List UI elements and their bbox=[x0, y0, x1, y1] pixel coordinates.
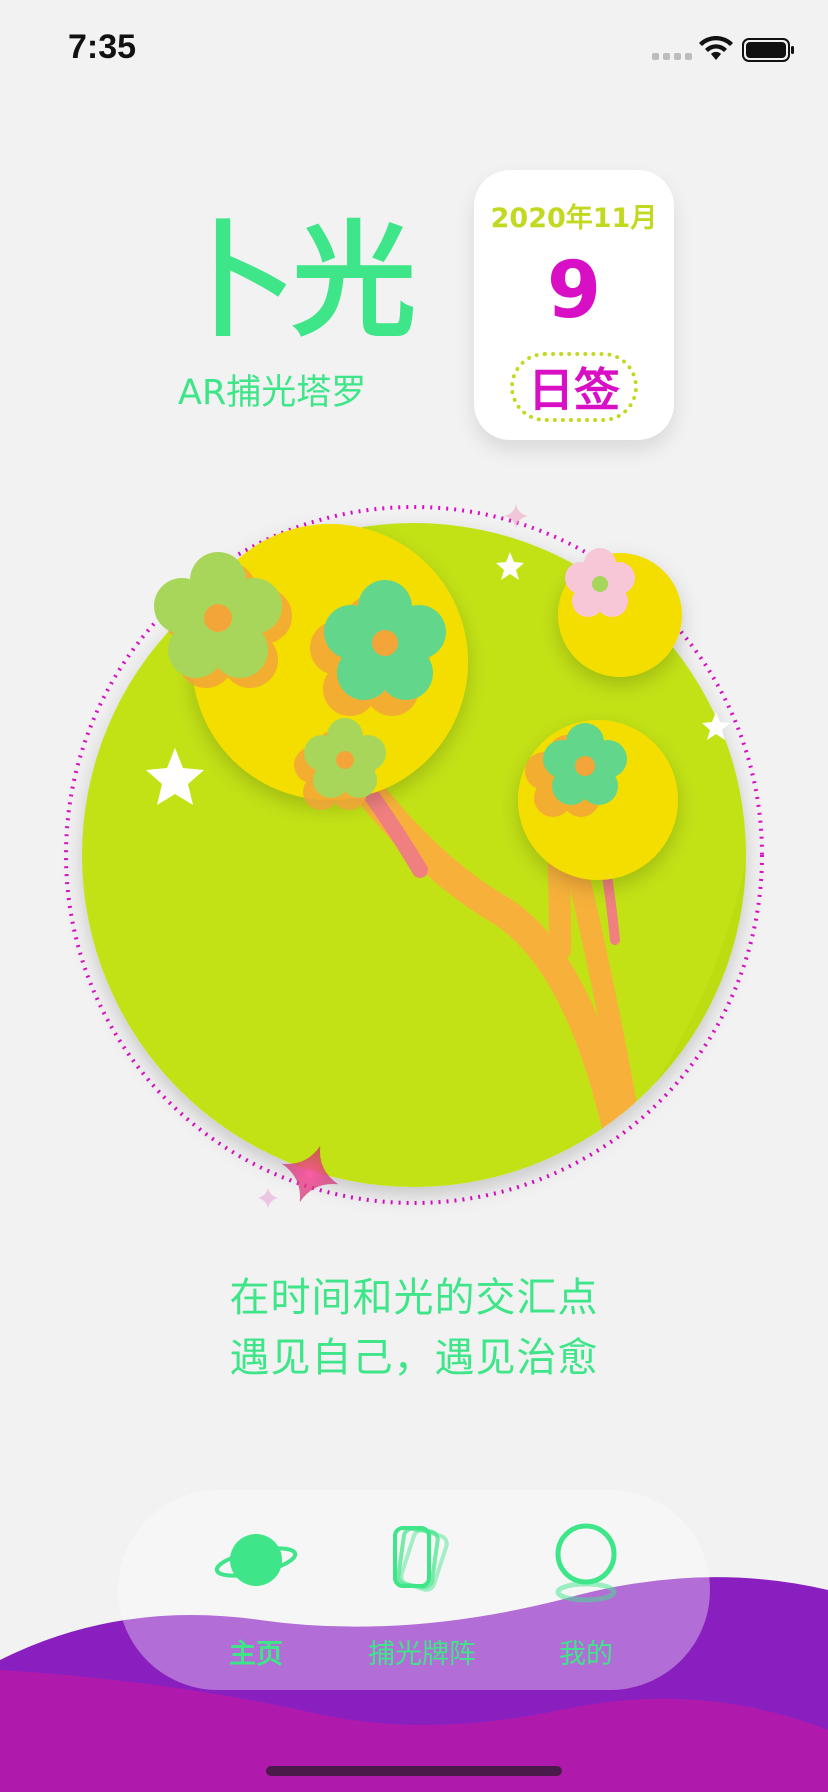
slogan-line: 遇见自己，遇见治愈 bbox=[229, 1335, 599, 1381]
wifi-icon bbox=[699, 36, 733, 60]
app-logo-title: 卜光 bbox=[172, 210, 416, 354]
sparkle-icon bbox=[504, 504, 528, 528]
calendar-month: 2020年11月 bbox=[490, 203, 658, 234]
cellular-signal-icon bbox=[652, 53, 692, 60]
home-indicator[interactable] bbox=[266, 1766, 562, 1776]
status-bar: 7:35 bbox=[0, 0, 828, 100]
cards-icon bbox=[393, 1526, 449, 1592]
tab-profile-label: 我的 bbox=[559, 1639, 613, 1670]
tab-home-label: 主页 bbox=[229, 1639, 283, 1670]
tab-profile[interactable]: 我的 bbox=[506, 1520, 666, 1680]
slogan-line: 在时间和光的交汇点 bbox=[229, 1275, 599, 1321]
status-time: 7:35 bbox=[68, 28, 137, 66]
tab-bar: 主页 捕光牌阵 我的 bbox=[118, 1490, 710, 1690]
tab-card-spread-label: 捕光牌阵 bbox=[368, 1639, 476, 1670]
sparkle-icon bbox=[258, 1188, 278, 1208]
profile-ring-icon bbox=[555, 1523, 617, 1603]
tarot-illustration[interactable] bbox=[0, 480, 828, 1240]
daily-sign-button[interactable]: 日签 bbox=[510, 352, 638, 422]
daily-sign-card[interactable]: 2020年11月 9 日签 bbox=[474, 170, 674, 440]
calendar-day: 9 bbox=[546, 246, 602, 336]
tab-home[interactable]: 主页 bbox=[176, 1520, 336, 1680]
tab-card-spread[interactable]: 捕光牌阵 bbox=[342, 1520, 502, 1680]
battery-icon bbox=[742, 38, 794, 62]
app-logo-subtitle: AR捕光塔罗 bbox=[178, 373, 367, 413]
planet-icon bbox=[214, 1534, 298, 1586]
slogan: 在时间和光的交汇点 遇见自己，遇见治愈 bbox=[0, 1268, 828, 1388]
